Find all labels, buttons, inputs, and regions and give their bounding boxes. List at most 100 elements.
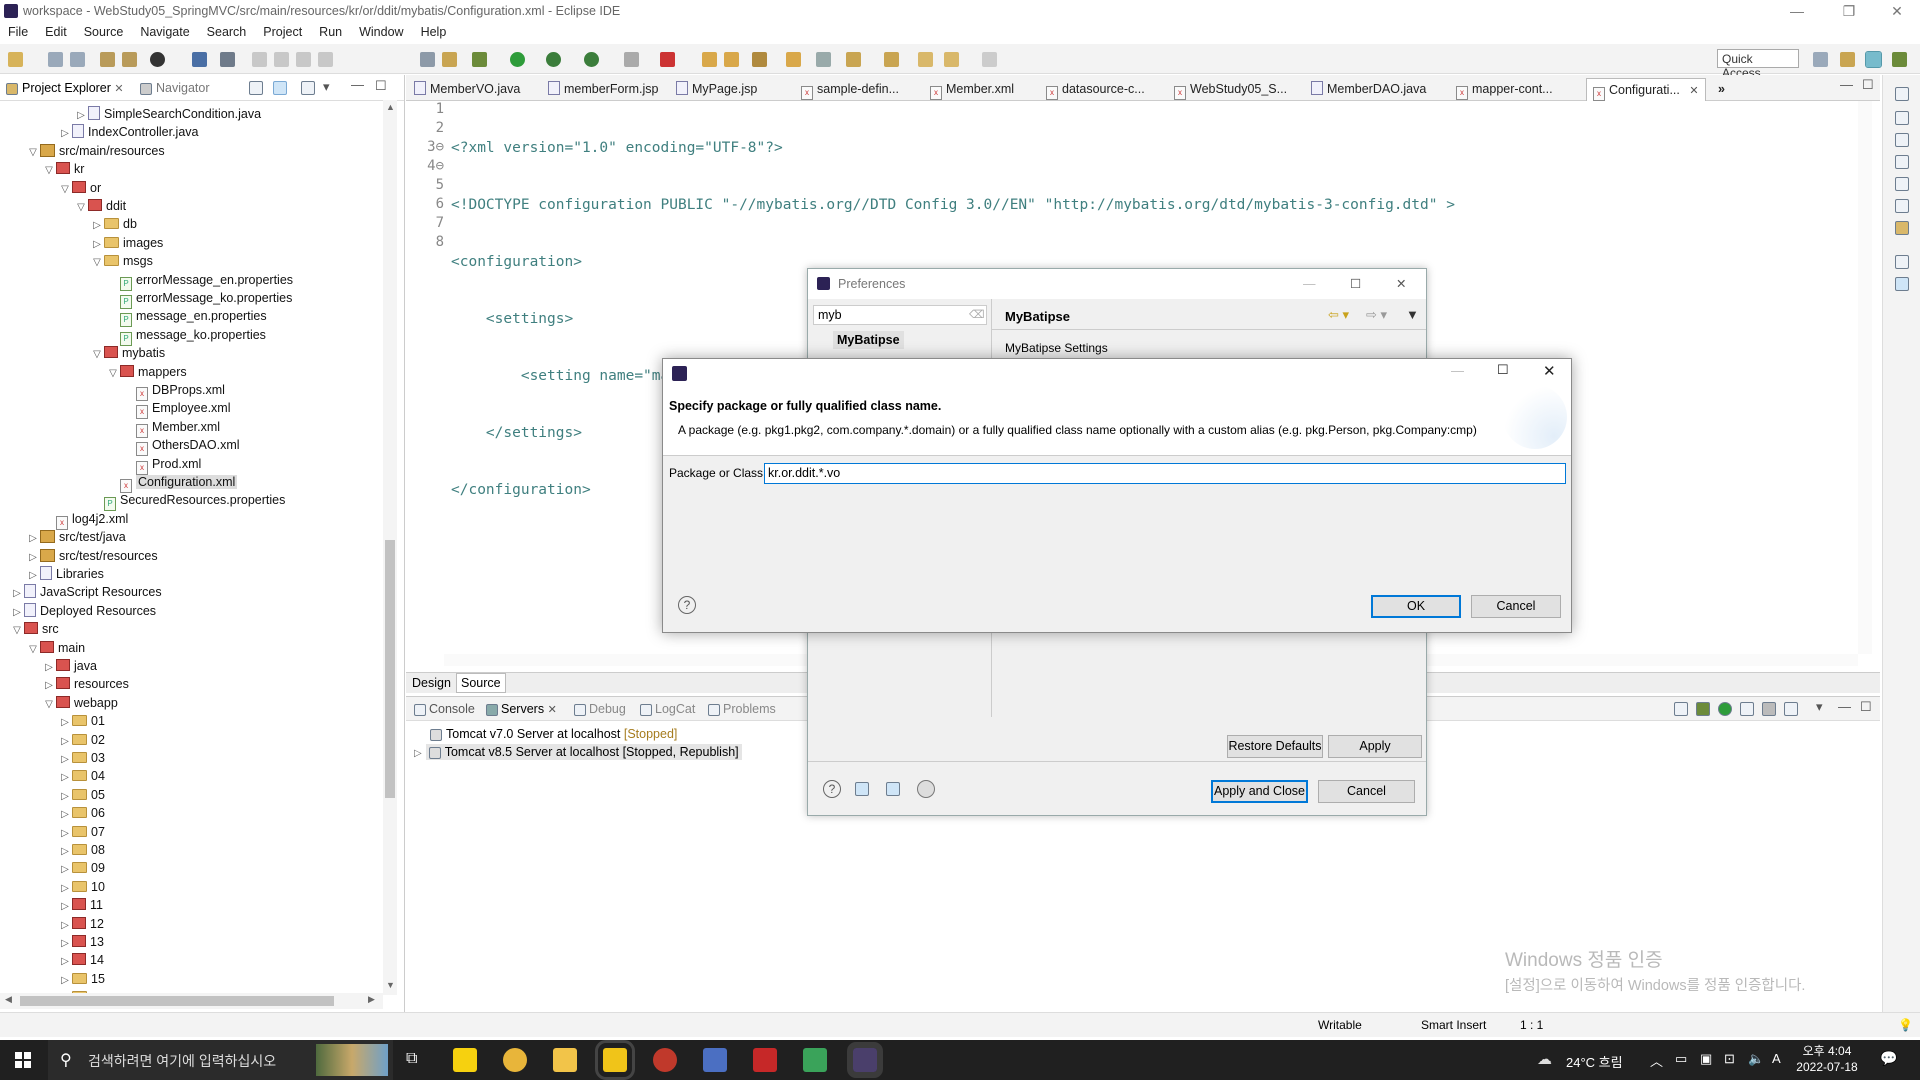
collapse-arrow-icon[interactable]: ▽: [42, 162, 56, 180]
start-server-icon[interactable]: [1718, 702, 1732, 716]
tree-vertical-scrollbar[interactable]: ▲ ▼: [383, 100, 397, 995]
minimize-view-icon[interactable]: —: [1838, 699, 1851, 714]
expand-arrow-icon[interactable]: ▷: [74, 107, 88, 125]
tree-item[interactable]: ▷ 14: [58, 951, 104, 969]
tab-configuration[interactable]: x Configurati... ✕: [1586, 78, 1706, 101]
chrome-profile-icon[interactable]: [653, 1048, 677, 1072]
quick-access-field[interactable]: Quick Access: [1717, 49, 1799, 80]
maximize-view-icon[interactable]: ☐: [1860, 699, 1872, 715]
link-with-editor-icon[interactable]: [273, 81, 287, 95]
expand-arrow-icon[interactable]: ▷: [58, 825, 72, 843]
tree-item[interactable]: ▷ IndexController.java: [58, 123, 198, 141]
expand-arrow-icon[interactable]: ▷: [58, 788, 72, 806]
help-icon[interactable]: ?: [678, 596, 696, 614]
scroll-up-icon[interactable]: ▲: [386, 102, 395, 112]
expand-icon[interactable]: ▷: [414, 748, 422, 759]
menu-edit[interactable]: Edit: [37, 23, 76, 39]
tab-sample-definitions[interactable]: x sample-defin...: [801, 78, 899, 101]
tip-icon[interactable]: 💡: [1898, 1018, 1913, 1032]
clock[interactable]: 오후 4:04 2022-07-18: [1795, 1043, 1859, 1075]
server-row[interactable]: Tomcat v7.0 Server at localhost [Stopped…: [430, 727, 677, 741]
new-icon[interactable]: [8, 52, 23, 67]
disconnect-icon[interactable]: [318, 52, 333, 67]
expand-arrow-icon[interactable]: ▷: [26, 549, 40, 567]
collapse-all-icon[interactable]: [249, 81, 263, 95]
tree-item[interactable]: ▷ 09: [58, 859, 105, 877]
menu-source[interactable]: Source: [76, 23, 133, 39]
tab-project-explorer[interactable]: Project Explorer ✕: [6, 81, 124, 95]
java-ee-perspective-icon[interactable]: [1840, 52, 1855, 67]
toggle-mark-icon[interactable]: [420, 52, 435, 67]
tab-logcat[interactable]: LogCat: [640, 702, 695, 716]
tree-item[interactable]: x log4j2.xml: [42, 510, 128, 530]
filters-icon[interactable]: [301, 81, 315, 95]
stop-server-icon[interactable]: [624, 52, 639, 67]
help-icon[interactable]: [1895, 277, 1909, 291]
tree-item[interactable]: ▽ webapp: [42, 694, 118, 712]
tree-item[interactable]: ▽ src: [10, 620, 59, 638]
ime-language[interactable]: A: [1772, 1051, 1781, 1066]
tree-item[interactable]: ▽ ddit: [74, 197, 126, 215]
restore-icon[interactable]: [1895, 87, 1909, 101]
menu-navigate[interactable]: Navigate: [132, 23, 198, 39]
expand-arrow-icon[interactable]: ▷: [58, 935, 72, 953]
clear-filter-icon[interactable]: ⌫: [969, 308, 985, 321]
expand-arrow-icon[interactable]: ▷: [58, 733, 72, 751]
close-button[interactable]: ✕: [1543, 362, 1556, 380]
publish-icon[interactable]: [660, 52, 675, 67]
tab-servers[interactable]: Servers ✕: [486, 702, 557, 716]
tree-item[interactable]: ▽ or: [58, 179, 101, 197]
terminal-icon[interactable]: [192, 52, 207, 67]
tasks-icon[interactable]: [1895, 199, 1909, 213]
new-class-icon[interactable]: [724, 52, 739, 67]
outline-icon[interactable]: [1895, 177, 1909, 191]
apply-button[interactable]: Apply: [1328, 735, 1422, 758]
variables-icon[interactable]: [1895, 111, 1909, 125]
tree-item[interactable]: ▷ 05: [58, 786, 105, 804]
cancel-button[interactable]: Cancel: [1471, 595, 1561, 618]
tree-item[interactable]: x DBProps.xml: [122, 381, 225, 401]
tab-console[interactable]: Console: [414, 702, 475, 716]
sticky-notes-icon[interactable]: [595, 1040, 635, 1080]
apply-and-close-button[interactable]: Apply and Close: [1211, 780, 1308, 803]
back-icon[interactable]: ⇦ ▾: [1328, 307, 1349, 323]
tab-design[interactable]: Design: [412, 676, 451, 690]
oomph-icon[interactable]: [917, 780, 935, 798]
taskbar-search-box[interactable]: ⚲ 검색하려면 여기에 입력하십시오: [48, 1040, 393, 1080]
tree-item[interactable]: ▷ 04: [58, 767, 105, 785]
expand-arrow-icon[interactable]: ▷: [42, 659, 56, 677]
skip-breakpoints-icon[interactable]: [220, 52, 235, 67]
more-tabs-button[interactable]: »: [1718, 78, 1725, 101]
collapse-arrow-icon[interactable]: ▽: [10, 622, 24, 640]
expand-arrow-icon[interactable]: ▷: [90, 236, 104, 254]
tree-item[interactable]: ▷ 06: [58, 804, 105, 822]
eclipse-taskbar-icon[interactable]: [847, 1042, 883, 1078]
tab-debug[interactable]: Debug: [574, 702, 626, 716]
close-tab-icon[interactable]: ✕: [114, 83, 123, 95]
tree-item[interactable]: ▷ 13: [58, 933, 104, 951]
forward-icon[interactable]: [982, 52, 997, 67]
collapse-arrow-icon[interactable]: ▽: [74, 199, 88, 217]
menu-project[interactable]: Project: [255, 23, 311, 39]
print-icon[interactable]: [100, 52, 115, 67]
export-icon[interactable]: [886, 782, 900, 796]
tree-item[interactable]: PerrorMessage_ko.properties: [106, 289, 292, 309]
tree-item[interactable]: ▽ mybatis: [90, 344, 165, 362]
network-icon[interactable]: ▭: [1675, 1051, 1687, 1067]
tree-item[interactable]: ▷ 15: [58, 970, 105, 988]
server-row[interactable]: ▷ Tomcat v8.5 Server at localhost [Stoppe…: [414, 744, 742, 760]
close-button[interactable]: ✕: [1396, 269, 1406, 299]
tree-item[interactable]: ▷ db: [90, 215, 137, 233]
save-icon[interactable]: [48, 52, 63, 67]
tree-item-mybatipse[interactable]: MyBatipse: [833, 331, 904, 349]
tree-item[interactable]: x Configuration.xml: [106, 473, 238, 493]
minimize-button[interactable]: —: [1774, 0, 1820, 23]
menu-help[interactable]: Help: [413, 23, 456, 39]
expand-arrow-icon[interactable]: ▷: [26, 567, 40, 585]
minimize-view-icon[interactable]: —: [351, 77, 364, 92]
debug-server-icon[interactable]: [1696, 702, 1710, 716]
expressions-icon[interactable]: [1895, 155, 1909, 169]
scroll-left-icon[interactable]: ◀: [5, 994, 12, 1005]
tab-mapper-context[interactable]: x mapper-cont...: [1456, 78, 1553, 101]
collapse-arrow-icon[interactable]: ▽: [90, 254, 104, 272]
